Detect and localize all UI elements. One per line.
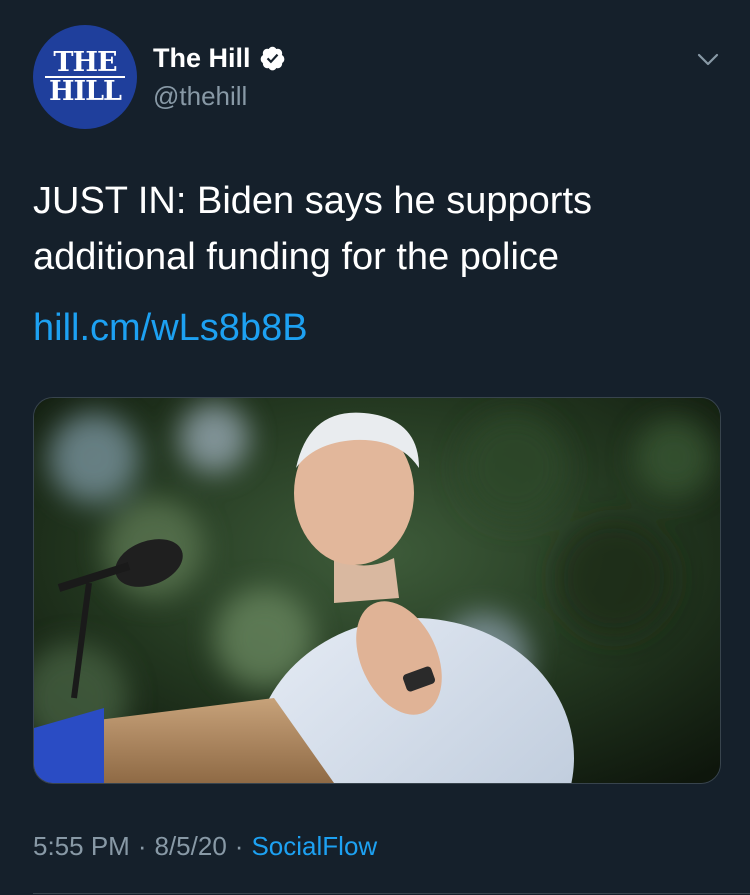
photo-image	[34, 398, 720, 783]
tweet-text: JUST IN: Biden says he supports addition…	[33, 180, 592, 278]
tweet-source[interactable]: SocialFlow	[251, 828, 377, 864]
tweet-date[interactable]: 8/5/20	[155, 828, 227, 864]
avatar[interactable]: THE HILL	[33, 25, 137, 129]
avatar-logo-line-1: THE	[53, 47, 117, 78]
meta-separator: ·	[234, 831, 244, 861]
avatar-logo-line-2: HILL	[48, 76, 122, 107]
tweet-photo[interactable]	[33, 397, 721, 784]
author-name-row[interactable]: The Hill	[153, 42, 286, 74]
divider	[33, 893, 750, 894]
tweet-meta: 5:55 PM · 8/5/20 · SocialFlow	[33, 828, 377, 864]
meta-separator: ·	[137, 831, 147, 861]
tweet-link[interactable]: hill.cm/wLs8b8B	[33, 300, 308, 356]
verified-badge-icon	[260, 46, 284, 70]
tweet-card: THE HILL The Hill @thehill JUST IN: Bide…	[0, 0, 750, 895]
display-name[interactable]: The Hill	[153, 42, 251, 74]
chevron-down-icon[interactable]	[693, 44, 723, 74]
author-handle[interactable]: @thehill	[153, 80, 247, 112]
tweet-time[interactable]: 5:55 PM	[33, 828, 130, 864]
